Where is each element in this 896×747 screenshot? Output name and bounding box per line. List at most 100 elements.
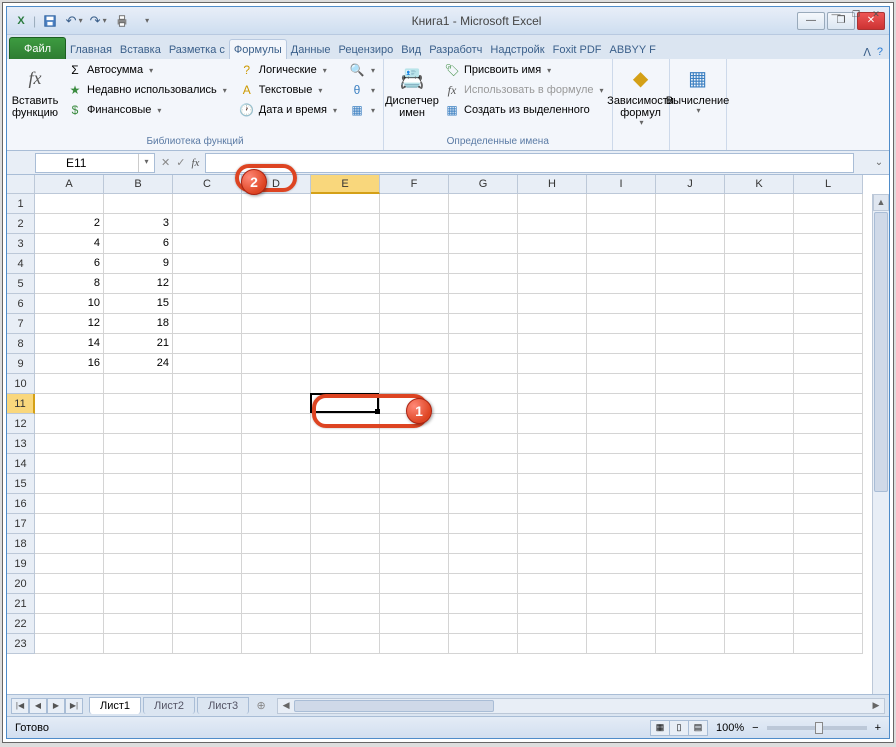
cell-G19[interactable]: [449, 554, 518, 574]
col-header-B[interactable]: B: [104, 175, 173, 194]
cell-A22[interactable]: [35, 614, 104, 634]
scroll-left-button[interactable]: ◀: [278, 700, 294, 711]
cell-I3[interactable]: [587, 234, 656, 254]
cell-F23[interactable]: [380, 634, 449, 654]
text-button[interactable]: AТекстовые▾: [235, 81, 341, 99]
cell-B7[interactable]: 18: [104, 314, 173, 334]
cell-H8[interactable]: [518, 334, 587, 354]
tab-review[interactable]: Рецензиро: [335, 40, 398, 59]
cell-I6[interactable]: [587, 294, 656, 314]
cell-C19[interactable]: [173, 554, 242, 574]
cell-B8[interactable]: 21: [104, 334, 173, 354]
cell-C15[interactable]: [173, 474, 242, 494]
cell-C11[interactable]: [173, 394, 242, 414]
zoom-in-button[interactable]: +: [875, 722, 881, 734]
cell-G4[interactable]: [449, 254, 518, 274]
cell-G22[interactable]: [449, 614, 518, 634]
cell-H23[interactable]: [518, 634, 587, 654]
cell-E9[interactable]: [311, 354, 380, 374]
sheet-nav-prev[interactable]: ◀: [29, 698, 47, 714]
row-header-12[interactable]: 12: [7, 414, 35, 434]
cell-L18[interactable]: [794, 534, 863, 554]
cell-L3[interactable]: [794, 234, 863, 254]
qat-customize-button[interactable]: ▾: [136, 12, 156, 30]
hscroll-thumb[interactable]: [294, 700, 494, 712]
cell-E22[interactable]: [311, 614, 380, 634]
cell-H3[interactable]: [518, 234, 587, 254]
cell-D19[interactable]: [242, 554, 311, 574]
cell-E8[interactable]: [311, 334, 380, 354]
cell-E7[interactable]: [311, 314, 380, 334]
cell-B18[interactable]: [104, 534, 173, 554]
cell-K13[interactable]: [725, 434, 794, 454]
cell-D14[interactable]: [242, 454, 311, 474]
row-header-5[interactable]: 5: [7, 274, 35, 294]
scroll-thumb[interactable]: [874, 212, 888, 492]
lookup-button[interactable]: 🔍▾: [345, 61, 379, 79]
cell-D2[interactable]: [242, 214, 311, 234]
cell-B15[interactable]: [104, 474, 173, 494]
cell-I15[interactable]: [587, 474, 656, 494]
cell-A1[interactable]: [35, 194, 104, 214]
cell-H7[interactable]: [518, 314, 587, 334]
name-manager-button[interactable]: 📇 Диспетчер имен: [388, 61, 436, 121]
row-header-6[interactable]: 6: [7, 294, 35, 314]
page-layout-view-button[interactable]: ▯: [669, 720, 689, 736]
cell-D8[interactable]: [242, 334, 311, 354]
cell-C7[interactable]: [173, 314, 242, 334]
cell-A3[interactable]: 4: [35, 234, 104, 254]
row-header-11[interactable]: 11: [7, 394, 35, 414]
qat-print-button[interactable]: [112, 12, 132, 30]
cell-C17[interactable]: [173, 514, 242, 534]
cell-D21[interactable]: [242, 594, 311, 614]
cell-K8[interactable]: [725, 334, 794, 354]
cell-J9[interactable]: [656, 354, 725, 374]
cell-J23[interactable]: [656, 634, 725, 654]
cell-L8[interactable]: [794, 334, 863, 354]
cell-E18[interactable]: [311, 534, 380, 554]
cell-L16[interactable]: [794, 494, 863, 514]
cell-G1[interactable]: [449, 194, 518, 214]
cancel-edit-icon[interactable]: ✕: [161, 156, 170, 169]
sheet-tab-2[interactable]: Лист2: [143, 697, 195, 714]
cell-A15[interactable]: [35, 474, 104, 494]
cell-K14[interactable]: [725, 454, 794, 474]
cell-J14[interactable]: [656, 454, 725, 474]
cell-F14[interactable]: [380, 454, 449, 474]
cell-G8[interactable]: [449, 334, 518, 354]
cell-I18[interactable]: [587, 534, 656, 554]
col-header-K[interactable]: K: [725, 175, 794, 194]
horizontal-scrollbar[interactable]: ◀ ▶: [277, 698, 885, 714]
cell-H13[interactable]: [518, 434, 587, 454]
select-all-corner[interactable]: [7, 175, 35, 194]
sheet-nav-first[interactable]: |◀: [11, 698, 29, 714]
cell-F3[interactable]: [380, 234, 449, 254]
tab-foxit[interactable]: Foxit PDF: [549, 40, 606, 59]
cell-J18[interactable]: [656, 534, 725, 554]
sheet-tab-1[interactable]: Лист1: [89, 697, 141, 714]
cell-B4[interactable]: 9: [104, 254, 173, 274]
name-box[interactable]: E11 ▾: [35, 153, 155, 173]
cell-I17[interactable]: [587, 514, 656, 534]
cell-J6[interactable]: [656, 294, 725, 314]
cell-K16[interactable]: [725, 494, 794, 514]
cell-D12[interactable]: [242, 414, 311, 434]
cell-L23[interactable]: [794, 634, 863, 654]
cell-I11[interactable]: [587, 394, 656, 414]
cell-I12[interactable]: [587, 414, 656, 434]
cell-G23[interactable]: [449, 634, 518, 654]
mdi-restore-button[interactable]: ❐: [847, 9, 865, 23]
cell-L2[interactable]: [794, 214, 863, 234]
cell-H21[interactable]: [518, 594, 587, 614]
cell-B10[interactable]: [104, 374, 173, 394]
cell-A23[interactable]: [35, 634, 104, 654]
formula-input[interactable]: [205, 153, 854, 173]
cell-G5[interactable]: [449, 274, 518, 294]
cell-C1[interactable]: [173, 194, 242, 214]
cell-C4[interactable]: [173, 254, 242, 274]
cell-F8[interactable]: [380, 334, 449, 354]
cell-C3[interactable]: [173, 234, 242, 254]
insert-fx-button[interactable]: fx: [191, 157, 199, 169]
cell-G20[interactable]: [449, 574, 518, 594]
cell-J3[interactable]: [656, 234, 725, 254]
